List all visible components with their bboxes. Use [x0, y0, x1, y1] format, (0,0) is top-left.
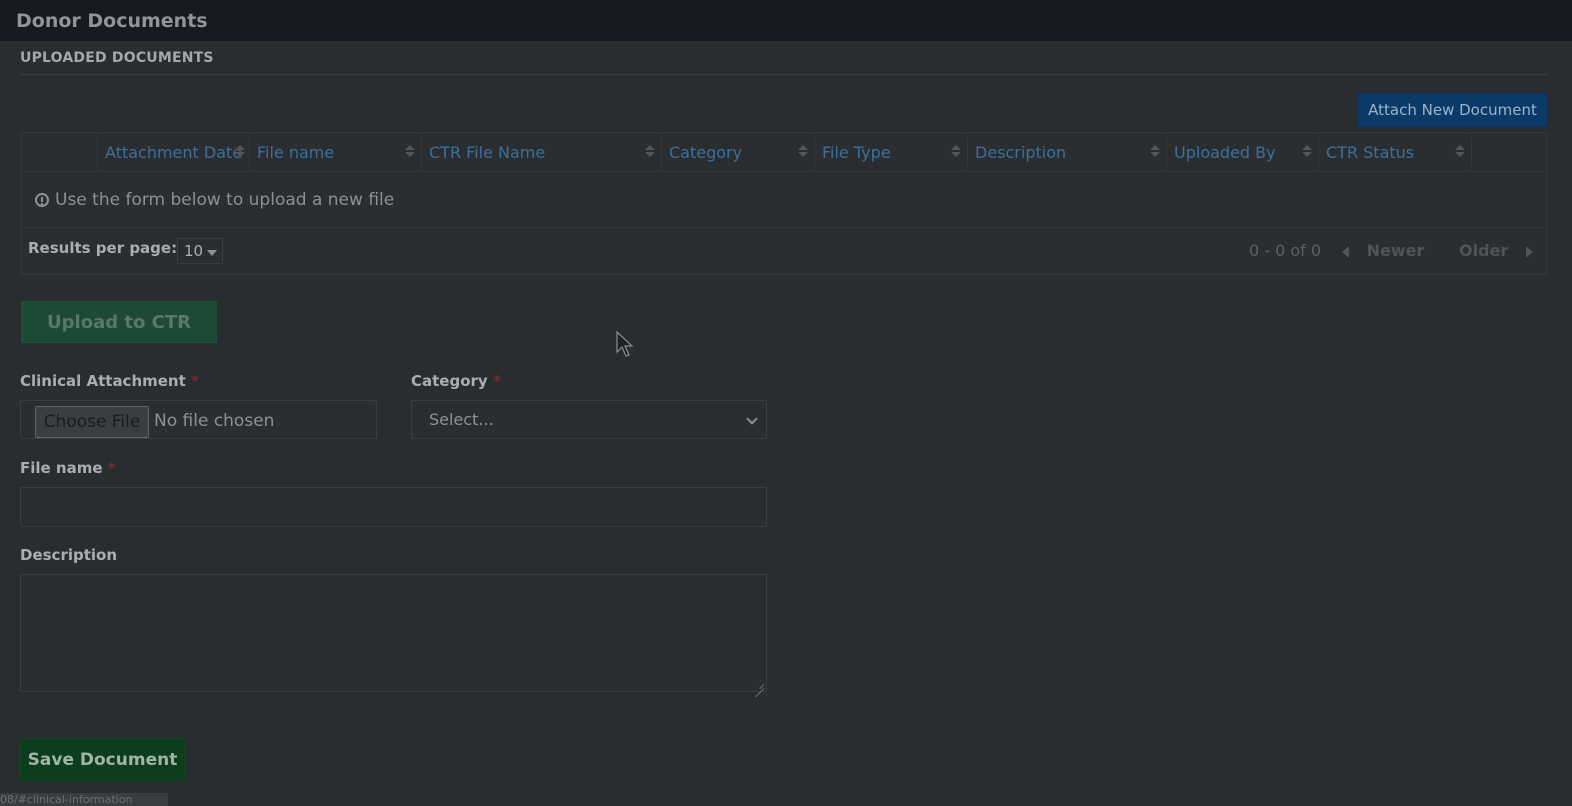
- sort-icon: [1150, 145, 1160, 159]
- choose-file-button[interactable]: Choose File: [35, 406, 149, 438]
- sort-icon: [1455, 145, 1465, 159]
- column-label: File Type: [822, 142, 891, 162]
- caret-left-icon: [1342, 245, 1349, 258]
- column-select: [21, 133, 98, 171]
- attach-new-document-button[interactable]: Attach New Document: [1357, 93, 1548, 127]
- column-category[interactable]: Category: [662, 133, 815, 171]
- column-attachment-date[interactable]: Attachment Date: [98, 133, 250, 171]
- empty-message-text: Use the form below to upload a new file: [55, 189, 395, 210]
- resize-handle-icon[interactable]: [754, 679, 764, 689]
- newer-label: Newer: [1366, 241, 1425, 260]
- results-per-page-value: 10: [184, 242, 204, 260]
- label-text: Category: [411, 372, 488, 390]
- clinical-attachment-file-input[interactable]: Choose File No file chosen: [20, 400, 377, 439]
- caret-down-icon: [207, 250, 217, 256]
- sort-icon: [405, 145, 415, 159]
- sort-icon: [235, 145, 245, 159]
- status-bar-url: 08/#clinical-information: [0, 793, 168, 806]
- column-label: Category: [669, 142, 743, 162]
- table-header: Attachment Date File name CTR File Name …: [21, 133, 1547, 172]
- sort-icon: [798, 145, 808, 159]
- column-file-name[interactable]: File name: [250, 133, 422, 171]
- file-name-label: File name *: [20, 459, 116, 477]
- column-label: CTR Status: [1326, 142, 1415, 162]
- label-text: Clinical Attachment: [20, 372, 186, 390]
- column-label: Description: [975, 142, 1067, 162]
- required-mark: *: [191, 372, 199, 390]
- results-per-page-label: Results per page:: [28, 239, 178, 257]
- table-empty-message: Use the form below to upload a new file: [21, 172, 1547, 228]
- description-label: Description: [20, 546, 118, 564]
- required-mark: *: [107, 459, 116, 477]
- column-file-type[interactable]: File Type: [815, 133, 968, 171]
- column-label: Uploaded By: [1174, 142, 1276, 162]
- page-title: Donor Documents: [16, 9, 208, 32]
- pagination-newer-button[interactable]: Newer: [1342, 241, 1424, 260]
- upload-to-ctr-button[interactable]: Upload to CTR: [21, 301, 217, 343]
- column-label: CTR File Name: [429, 142, 546, 162]
- mouse-pointer-icon: [616, 331, 634, 357]
- description-textarea[interactable]: [20, 574, 767, 692]
- pagination-older-button[interactable]: Older: [1459, 241, 1533, 260]
- sort-icon: [645, 145, 655, 159]
- documents-table: Attachment Date File name CTR File Name …: [20, 132, 1548, 275]
- save-document-button[interactable]: Save Document: [20, 738, 185, 781]
- category-label: Category *: [411, 372, 501, 390]
- column-label: File name: [257, 142, 335, 162]
- section-title-uploaded-documents: UPLOADED DOCUMENTS: [20, 50, 1548, 75]
- pagination-range: 0 - 0 of 0: [1249, 241, 1322, 260]
- column-uploaded-by[interactable]: Uploaded By: [1167, 133, 1319, 171]
- caret-right-icon: [1525, 245, 1533, 258]
- no-file-chosen-text: No file chosen: [154, 411, 275, 431]
- column-label: Attachment Date: [105, 142, 243, 162]
- sort-icon: [951, 145, 961, 159]
- category-selected-value: Select...: [429, 410, 494, 429]
- label-text: File name: [20, 459, 103, 477]
- category-select[interactable]: Select...: [411, 400, 767, 439]
- older-label: Older: [1459, 241, 1509, 260]
- info-circle-icon: [35, 192, 49, 207]
- required-mark: *: [492, 372, 501, 390]
- chevron-down-icon: [746, 413, 758, 425]
- file-name-input[interactable]: [20, 487, 767, 527]
- column-ctr-file-name[interactable]: CTR File Name: [422, 133, 662, 171]
- sort-icon: [1302, 145, 1312, 159]
- results-per-page-select[interactable]: 10: [177, 238, 223, 264]
- column-description[interactable]: Description: [968, 133, 1167, 171]
- clinical-attachment-label: Clinical Attachment *: [20, 372, 199, 390]
- app-title-bar: Donor Documents: [0, 0, 1572, 41]
- column-ctr-status[interactable]: CTR Status: [1319, 133, 1472, 171]
